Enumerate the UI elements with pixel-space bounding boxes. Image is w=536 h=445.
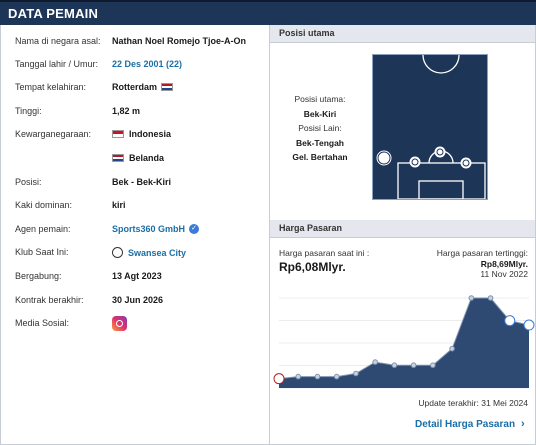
info-value-wrap: Sports360 GmbH ✓	[112, 224, 200, 234]
main-position-label: Posisi utama:	[294, 94, 346, 104]
chart-point[interactable]	[333, 373, 340, 380]
info-value: 30 Jun 2026	[112, 295, 164, 305]
current-value: Rp6,08Mlyr.	[279, 260, 346, 274]
chart-point-club-logo[interactable]	[273, 373, 285, 385]
info-value: Indonesia	[129, 129, 172, 139]
info-label: Bergabung:	[15, 271, 62, 281]
highest-value-label: Harga pasaran tertinggi:	[436, 248, 528, 258]
market-value-section-header: Harga Pasaran	[270, 220, 535, 238]
chart-point[interactable]	[314, 373, 321, 380]
info-label: Media Sosial:	[15, 318, 70, 328]
chart-point[interactable]	[410, 362, 417, 369]
current-value-label: Harga pasaran saat ini :	[279, 248, 370, 258]
info-label: Tinggi:	[15, 106, 42, 116]
chart-point[interactable]	[391, 362, 398, 369]
info-value: 1,82 m	[112, 106, 141, 116]
position-pitch	[372, 54, 488, 200]
info-label: Klub Saat Ini:	[15, 247, 69, 257]
chart-point-club-logo[interactable]	[504, 315, 516, 327]
verified-check-icon: ✓	[189, 224, 200, 234]
info-value: Rotterdam	[112, 82, 158, 92]
other-position-label: Posisi Lain:	[298, 123, 342, 133]
chart-point[interactable]	[353, 370, 359, 377]
info-label: Tempat kelahiran:	[15, 82, 87, 92]
chart-point-club-logo[interactable]	[523, 319, 535, 331]
chevron-right-icon[interactable]: ›	[521, 418, 525, 430]
info-value-wrap: Swansea City	[112, 247, 186, 258]
info-label: Kewarganegaraan:	[15, 129, 92, 139]
market-value-chart	[273, 295, 535, 389]
instagram-icon[interactable]	[112, 316, 127, 331]
chart-point[interactable]	[468, 295, 475, 301]
info-value-wrap: Indonesia	[112, 129, 171, 139]
info-value: Belanda	[129, 153, 165, 163]
agent-link[interactable]: Sports360 GmbH	[112, 224, 185, 234]
page-title: DATA PEMAIN	[8, 6, 99, 21]
netherlands-flag-icon	[161, 83, 174, 91]
position-marker-secondary	[409, 156, 421, 168]
highest-value: Rp8,69Mlyr.	[480, 259, 528, 269]
chart-point[interactable]	[295, 373, 302, 380]
position-marker-main	[376, 150, 392, 166]
chart-point[interactable]	[430, 362, 436, 369]
other-position-value: Bek-Tengah	[295, 138, 345, 148]
info-value: 13 Agt 2023	[112, 271, 162, 281]
info-label: Tanggal lahir / Umur:	[15, 59, 99, 69]
market-value-section-title: Harga Pasaran	[279, 223, 343, 233]
chart-point[interactable]	[449, 345, 455, 352]
pitch-lines	[376, 54, 486, 200]
page-header: DATA PEMAIN	[0, 0, 536, 25]
position-section-header: Posisi utama	[270, 25, 535, 43]
swansea-city-logo-icon[interactable]	[112, 247, 123, 258]
info-value: Nathan Noel Romejo Tjoe-A-On	[112, 36, 247, 46]
chart-point[interactable]	[372, 359, 378, 365]
position-section-title: Posisi utama	[279, 28, 335, 38]
info-value-wrap: Rotterdam	[112, 82, 174, 92]
indonesia-flag-icon	[112, 130, 124, 138]
other-position-value: Gel. Bertahan	[292, 152, 348, 162]
highest-value-date: 11 Nov 2022	[480, 269, 528, 279]
main-position-value: Bek-Kiri	[303, 109, 337, 119]
position-marker-secondary	[460, 157, 472, 169]
info-label: Posisi:	[15, 177, 42, 187]
club-link[interactable]: Swansea City	[128, 248, 186, 258]
birthdate-link[interactable]: 22 Des 2001 (22)	[112, 59, 182, 69]
info-value-wrap	[112, 316, 127, 331]
info-value: Bek - Bek-Kiri	[112, 177, 172, 187]
netherlands-flag-icon	[112, 154, 124, 162]
chart-point[interactable]	[487, 295, 494, 301]
position-marker-secondary	[434, 146, 446, 158]
info-label: Agen pemain:	[15, 224, 71, 234]
info-label: Nama di negara asal:	[15, 36, 101, 46]
market-value-detail-link[interactable]: Detail Harga Pasaran	[415, 419, 515, 430]
info-value-wrap: Belanda	[112, 153, 164, 163]
info-label: Kontrak berakhir:	[15, 295, 84, 305]
last-updated: Update terakhir: 31 Mei 2024	[418, 398, 528, 408]
info-label: Kaki dominan:	[15, 200, 73, 210]
info-value: kiri	[112, 200, 126, 210]
